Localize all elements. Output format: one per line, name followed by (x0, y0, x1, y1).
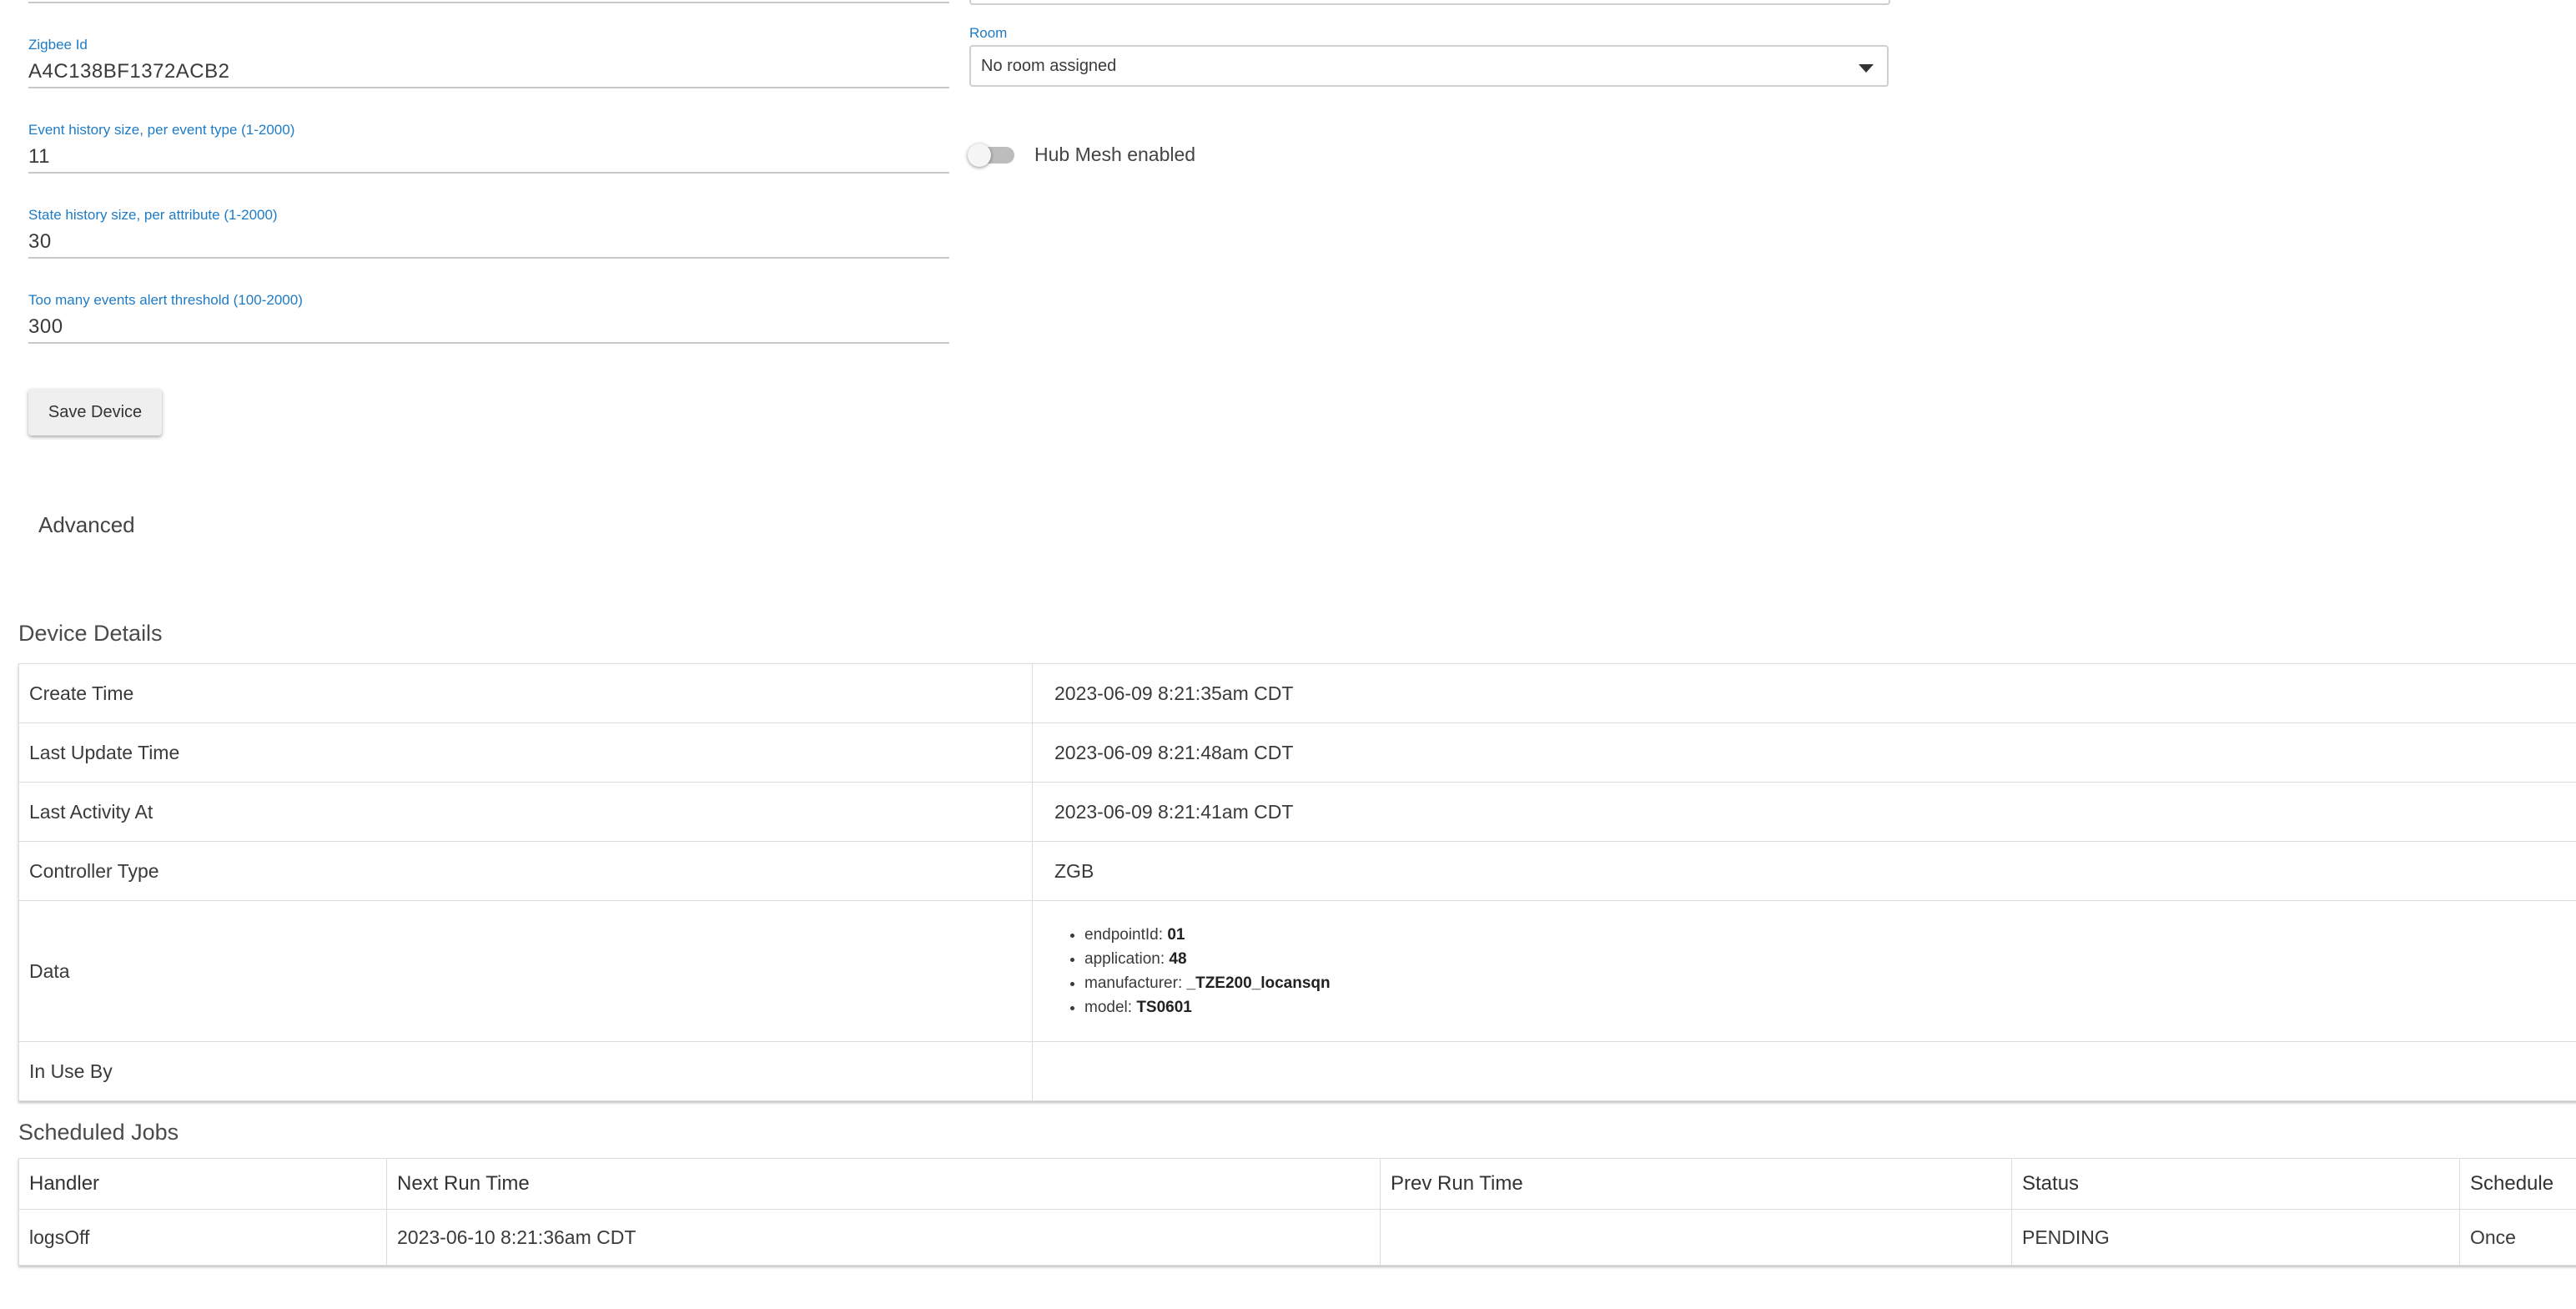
data-item-name: endpointId: (1084, 926, 1164, 944)
details-key: Create Time (18, 663, 1033, 723)
details-row-in-use-by: In Use By (18, 1041, 2576, 1101)
device-details-table: Create Time 2023-06-09 8:21:35am CDT Las… (18, 663, 2576, 1101)
room-select[interactable]: No room assigned (969, 45, 1889, 87)
scheduled-jobs-title: Scheduled Jobs (18, 1120, 179, 1145)
details-key: Last Update Time (18, 722, 1033, 783)
job-next-run: 2023-06-10 8:21:36am CDT (386, 1209, 1381, 1266)
list-item: model: TS0601 (1084, 995, 2576, 1020)
details-value (1032, 1041, 2576, 1101)
details-row-controller-type: Controller Type ZGB (18, 841, 2576, 901)
details-row-create-time: Create Time 2023-06-09 8:21:35am CDT (18, 663, 2576, 723)
details-data-cell: endpointId: 01 application: 48 manufactu… (1032, 900, 2576, 1042)
details-row-last-activity: Last Activity At 2023-06-09 8:21:41am CD… (18, 782, 2576, 842)
list-item: manufacturer: _TZE200_locansqn (1084, 971, 2576, 995)
too-many-events-input[interactable]: 300 (28, 315, 63, 339)
too-many-events-underline (28, 342, 949, 344)
list-item: application: 48 (1084, 947, 2576, 971)
event-history-label: Event history size, per event type (1-20… (28, 122, 295, 138)
details-row-data: Data endpointId: 01 application: 48 manu… (18, 900, 2576, 1042)
hub-mesh-toggle-knob[interactable] (968, 143, 991, 167)
details-value: 2023-06-09 8:21:35am CDT (1032, 663, 2576, 723)
data-item-value: 01 (1167, 926, 1185, 944)
state-history-underline (28, 257, 949, 259)
previous-select-box[interactable] (969, 0, 1890, 5)
data-item-value: 48 (1169, 950, 1187, 968)
room-label: Room (969, 25, 1008, 41)
details-value: 2023-06-09 8:21:41am CDT (1032, 782, 2576, 842)
state-history-input[interactable]: 30 (28, 230, 52, 254)
previous-field-underline (28, 2, 949, 3)
job-status: PENDING (2011, 1209, 2460, 1266)
column-header-next-run-time[interactable]: Next Run Time (386, 1158, 1381, 1210)
save-device-button[interactable]: Save Device (28, 389, 162, 435)
event-history-underline (28, 172, 949, 174)
column-header-handler[interactable]: Handler (18, 1158, 387, 1210)
data-item-value: TS0601 (1136, 999, 1192, 1016)
list-item: endpointId: 01 (1084, 923, 2576, 947)
details-key: Controller Type (18, 841, 1033, 901)
advanced-expander[interactable]: Advanced (38, 512, 135, 538)
data-item-name: manufacturer: (1084, 974, 1183, 992)
data-item-value: _TZE200_locansqn (1186, 974, 1331, 992)
room-select-value: No room assigned (981, 57, 1117, 75)
job-handler: logsOff (18, 1209, 387, 1266)
table-header-row: Handler Next Run Time Prev Run Time Stat… (18, 1158, 2576, 1210)
column-header-status[interactable]: Status (2011, 1158, 2460, 1210)
state-history-label: State history size, per attribute (1-200… (28, 207, 278, 223)
data-item-name: model: (1084, 999, 1133, 1016)
event-history-input[interactable]: 11 (28, 145, 50, 169)
details-row-last-update: Last Update Time 2023-06-09 8:21:48am CD… (18, 722, 2576, 783)
details-value: 2023-06-09 8:21:48am CDT (1032, 722, 2576, 783)
table-row: logsOff 2023-06-10 8:21:36am CDT PENDING… (18, 1209, 2576, 1266)
too-many-events-label: Too many events alert threshold (100-200… (28, 292, 303, 308)
scheduled-jobs-table: Handler Next Run Time Prev Run Time Stat… (18, 1158, 2576, 1266)
details-key: In Use By (18, 1041, 1033, 1101)
chevron-down-icon (1859, 64, 1874, 73)
job-prev-run (1380, 1209, 2012, 1266)
details-key: Data (18, 900, 1033, 1042)
hub-mesh-label: Hub Mesh enabled (1034, 143, 1196, 165)
details-value: ZGB (1032, 841, 2576, 901)
details-key: Last Activity At (18, 782, 1033, 842)
column-header-schedule[interactable]: Schedule (2459, 1158, 2576, 1210)
job-schedule: Once (2459, 1209, 2576, 1266)
data-list: endpointId: 01 application: 48 manufactu… (1033, 923, 2576, 1020)
device-details-title: Device Details (18, 621, 163, 646)
zigbee-id-underline (28, 87, 949, 88)
zigbee-id-label: Zigbee Id (28, 37, 88, 53)
column-header-prev-run-time[interactable]: Prev Run Time (1380, 1158, 2012, 1210)
zigbee-id-field[interactable]: A4C138BF1372ACB2 (28, 60, 229, 83)
data-item-name: application: (1084, 950, 1165, 968)
